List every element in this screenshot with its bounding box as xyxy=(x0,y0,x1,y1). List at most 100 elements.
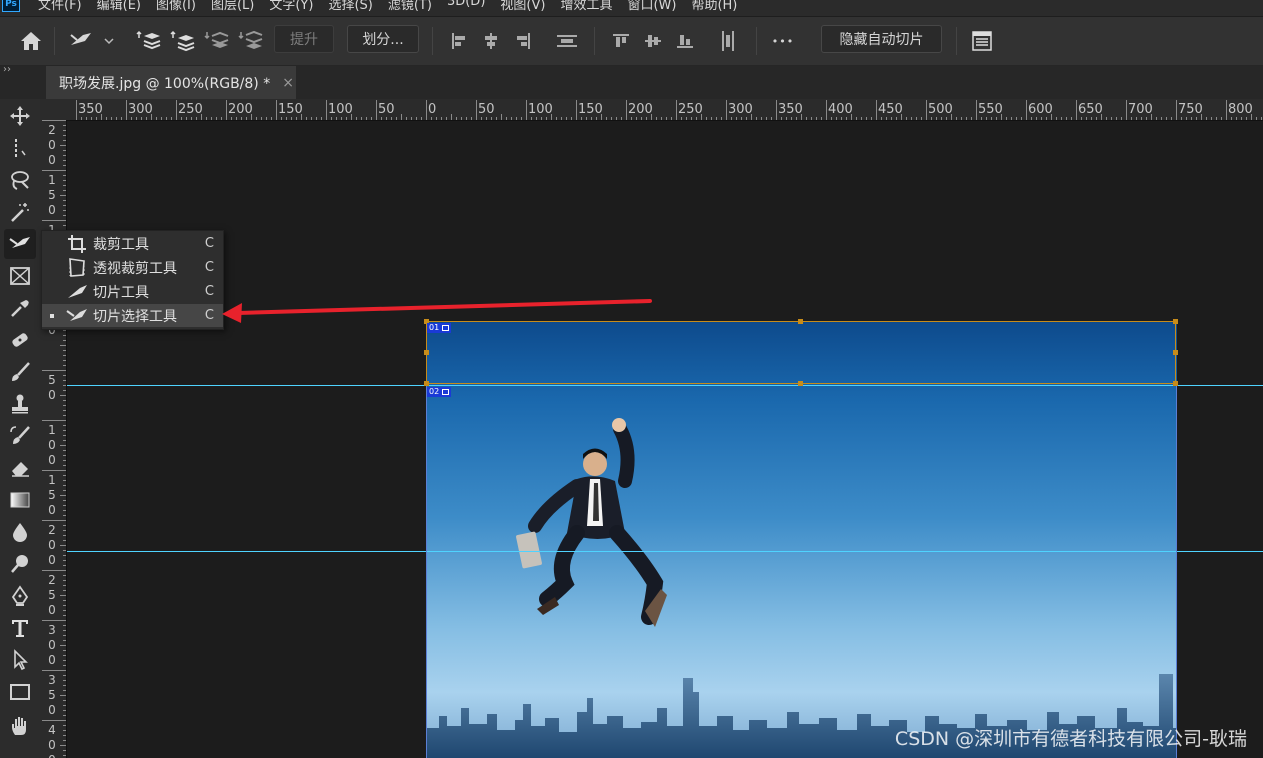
ruler-minor-tick xyxy=(371,117,372,120)
selected-slice-01[interactable] xyxy=(426,321,1176,384)
ruler-minor-tick xyxy=(841,117,842,120)
menu-file[interactable]: 文件(F) xyxy=(38,0,82,13)
menu-bar: Ps 文件(F) 编辑(E) 图像(I) 图层(L) 文字(Y) 选择(S) 滤… xyxy=(0,0,1263,16)
ruler-minor-tick xyxy=(1231,117,1232,120)
flyout-item-label: 裁剪工具 xyxy=(93,237,149,253)
align-vertical-center-icon[interactable] xyxy=(642,17,664,65)
slice-handle[interactable] xyxy=(1173,381,1178,386)
flyout-item-crop[interactable]: 裁剪工具 C xyxy=(42,232,223,255)
ruler-major-tick xyxy=(376,100,377,120)
collapse-panel-icon[interactable]: ›› xyxy=(3,64,11,75)
ruler-minor-tick xyxy=(971,117,972,120)
send-to-back-icon[interactable] xyxy=(236,17,264,65)
ruler-minor-tick xyxy=(1216,117,1217,120)
brush-tool-icon[interactable] xyxy=(4,357,36,387)
ruler-label: 1 5 0 xyxy=(48,173,56,217)
ruler-minor-tick xyxy=(1011,117,1012,120)
move-tool-icon[interactable] xyxy=(4,101,36,131)
bring-to-front-icon[interactable] xyxy=(134,17,162,65)
menu-plugins[interactable]: 增效工具 xyxy=(560,0,612,13)
align-top-icon[interactable] xyxy=(610,17,632,65)
menu-view[interactable]: 视图(V) xyxy=(500,0,545,13)
slice-handle[interactable] xyxy=(1173,319,1178,324)
home-icon[interactable] xyxy=(14,17,48,65)
document-canvas[interactable]: 01 02 CSDN @深圳市有德者科技有限公司-耿瑞 xyxy=(67,121,1263,758)
horizontal-ruler[interactable]: 350 300 250 200 150 100 50 0 50 100 150 200 250 300 35… xyxy=(66,99,1263,121)
ruler-major-tick xyxy=(1076,100,1077,120)
blur-tool-icon[interactable] xyxy=(4,517,36,547)
menu-filter[interactable]: 滤镜(T) xyxy=(388,0,432,13)
slice-02[interactable] xyxy=(426,384,1177,758)
menu-select[interactable]: 选择(S) xyxy=(328,0,372,13)
send-backward-icon[interactable] xyxy=(202,17,230,65)
menu-edit[interactable]: 编辑(E) xyxy=(97,0,141,13)
align-bottom-icon[interactable] xyxy=(674,17,696,65)
align-horizontal-center-icon[interactable] xyxy=(480,17,502,65)
menu-type[interactable]: 文字(Y) xyxy=(269,0,313,13)
frame-tool-icon[interactable] xyxy=(4,261,36,291)
magic-wand-tool-icon[interactable] xyxy=(4,197,36,227)
divide-button[interactable]: 划分... xyxy=(347,25,419,53)
healing-brush-tool-icon[interactable] xyxy=(4,325,36,355)
ruler-minor-tick xyxy=(361,117,362,120)
ruler-minor-tick xyxy=(63,590,66,591)
path-selection-tool-icon[interactable] xyxy=(4,645,36,675)
menu-help[interactable]: 帮助(H) xyxy=(691,0,737,13)
flyout-item-slice-select[interactable]: 切片选择工具 C xyxy=(42,304,223,327)
ruler-minor-tick xyxy=(411,117,412,120)
marquee-tool-icon[interactable] xyxy=(4,133,36,163)
menu-layer[interactable]: 图层(L) xyxy=(211,0,254,13)
eraser-tool-icon[interactable] xyxy=(4,453,36,483)
dodge-tool-icon[interactable] xyxy=(4,549,36,579)
slice-handle[interactable] xyxy=(798,319,803,324)
hide-auto-slices-button[interactable]: 隐藏自动切片 xyxy=(821,25,942,53)
eyedropper-tool-icon[interactable] xyxy=(4,293,36,323)
slice-handle[interactable] xyxy=(1173,350,1178,355)
history-brush-tool-icon[interactable] xyxy=(4,421,36,451)
hand-tool-icon[interactable] xyxy=(4,711,36,741)
slice-handle[interactable] xyxy=(424,350,429,355)
ruler-minor-tick xyxy=(691,117,692,120)
ruler-minor-tick xyxy=(621,117,622,120)
slice-options-icon[interactable] xyxy=(968,17,996,65)
ruler-minor-tick xyxy=(63,475,66,476)
bring-forward-icon[interactable] xyxy=(168,17,196,65)
distribute-horizontal-icon[interactable] xyxy=(555,17,579,65)
rectangle-tool-icon[interactable] xyxy=(4,677,36,707)
slice-handle[interactable] xyxy=(798,381,803,386)
lasso-tool-icon[interactable] xyxy=(4,165,36,195)
menu-window[interactable]: 窗口(W) xyxy=(627,0,676,13)
ruler-minor-tick xyxy=(63,335,66,336)
clone-stamp-tool-icon[interactable] xyxy=(4,389,36,419)
ruler-minor-tick xyxy=(63,180,66,181)
tool-preset-picker[interactable] xyxy=(64,17,120,65)
gradient-tool-icon[interactable] xyxy=(4,485,36,515)
distribute-vertical-icon[interactable] xyxy=(716,17,740,65)
ruler-minor-tick xyxy=(271,117,272,120)
flyout-item-perspective-crop[interactable]: 透视裁剪工具 C xyxy=(42,256,223,279)
ruler-minor-tick xyxy=(63,600,66,601)
menu-image[interactable]: 图像(I) xyxy=(156,0,196,13)
menu-3d[interactable]: 3D(D) xyxy=(447,0,485,13)
ruler-label: 750 xyxy=(1178,102,1203,117)
align-right-icon[interactable] xyxy=(512,17,534,65)
ruler-minor-tick xyxy=(81,117,82,120)
flyout-item-slice[interactable]: 切片工具 C xyxy=(42,280,223,303)
close-icon[interactable]: × xyxy=(282,75,294,91)
type-tool-icon[interactable] xyxy=(4,613,36,643)
chevron-down-icon xyxy=(104,38,114,45)
ruler-minor-tick xyxy=(486,117,487,120)
ruler-corner[interactable] xyxy=(40,99,66,120)
promote-button[interactable]: 提升 xyxy=(274,25,334,53)
ruler-major-tick xyxy=(626,100,627,120)
slice-select-tool-icon[interactable] xyxy=(4,229,36,259)
align-left-icon[interactable] xyxy=(448,17,470,65)
image-slice-icon xyxy=(442,389,450,395)
more-options-button[interactable]: ••• xyxy=(768,17,798,65)
flyout-item-shortcut: C xyxy=(204,308,214,323)
pen-tool-icon[interactable] xyxy=(4,581,36,611)
slice-handle[interactable] xyxy=(424,381,429,386)
ruler-minor-tick xyxy=(721,117,722,120)
vertical-ruler[interactable]: 2 0 01 5 01 0 05 005 01 0 01 5 02 0 02 5… xyxy=(40,120,67,758)
document-tab[interactable]: 职场发展.jpg @ 100%(RGB/8) * × xyxy=(46,66,296,99)
